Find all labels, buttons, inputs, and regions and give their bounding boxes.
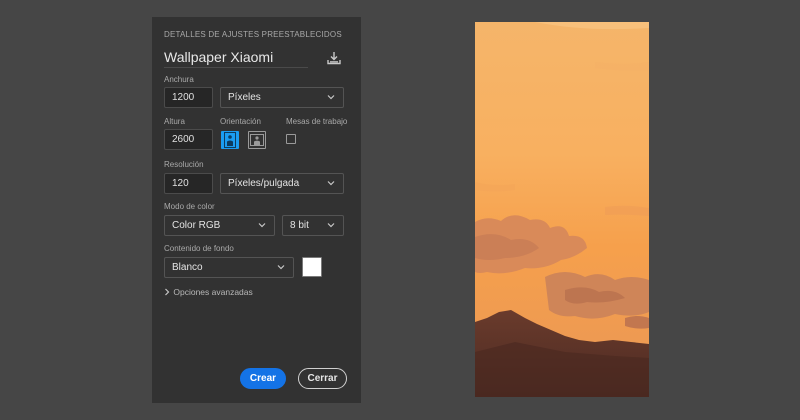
width-label: Anchura [164, 75, 194, 84]
wallpaper-preview-image [475, 22, 649, 397]
portrait-icon [224, 132, 236, 148]
landscape-orientation-button[interactable] [248, 131, 266, 149]
background-contents-value: Blanco [172, 262, 203, 273]
resolution-label: Resolución [164, 160, 204, 169]
chevron-down-icon [258, 223, 266, 228]
color-mode-select[interactable]: Color RGB [164, 215, 275, 236]
units-select-value: Píxeles [228, 92, 261, 103]
background-contents-label: Contenido de fondo [164, 244, 234, 253]
units-select[interactable]: Píxeles [220, 87, 344, 108]
chevron-down-icon [327, 223, 335, 228]
height-label: Altura [164, 117, 185, 126]
landscape-icon [250, 134, 264, 146]
background-contents-select[interactable]: Blanco [164, 257, 294, 278]
artboards-checkbox[interactable] [286, 134, 296, 144]
create-button[interactable]: Crear [240, 368, 286, 389]
preset-details-title: DETALLES DE AJUSTES PREESTABLECIDOS [164, 30, 342, 39]
resolution-unit-select[interactable]: Píxeles/pulgada [220, 173, 344, 194]
preset-name-input[interactable]: Wallpaper Xiaomi [164, 49, 308, 68]
chevron-down-icon [277, 265, 285, 270]
save-preset-icon[interactable] [326, 50, 342, 66]
advanced-options-label: Opciones avanzadas [173, 287, 253, 297]
chevron-down-icon [327, 181, 335, 186]
bit-depth-select[interactable]: 8 bit [282, 215, 344, 236]
chevron-right-icon [165, 288, 170, 296]
background-color-swatch[interactable] [302, 257, 322, 277]
orientation-label: Orientación [220, 117, 261, 126]
chevron-down-icon [327, 95, 335, 100]
artboards-label: Mesas de trabajo [286, 117, 348, 126]
bit-depth-value: 8 bit [290, 220, 309, 231]
resolution-unit-value: Píxeles/pulgada [228, 178, 300, 189]
new-document-preset-panel: DETALLES DE AJUSTES PREESTABLECIDOS Wall… [152, 17, 361, 403]
color-mode-value: Color RGB [172, 220, 221, 231]
close-button[interactable]: Cerrar [298, 368, 347, 389]
resolution-input[interactable]: 120 [164, 173, 213, 194]
advanced-options-toggle[interactable]: Opciones avanzadas [164, 287, 253, 297]
color-mode-label: Modo de color [164, 202, 215, 211]
portrait-orientation-button[interactable] [221, 131, 239, 149]
width-input[interactable]: 1200 [164, 87, 213, 108]
height-input[interactable]: 2600 [164, 129, 213, 150]
